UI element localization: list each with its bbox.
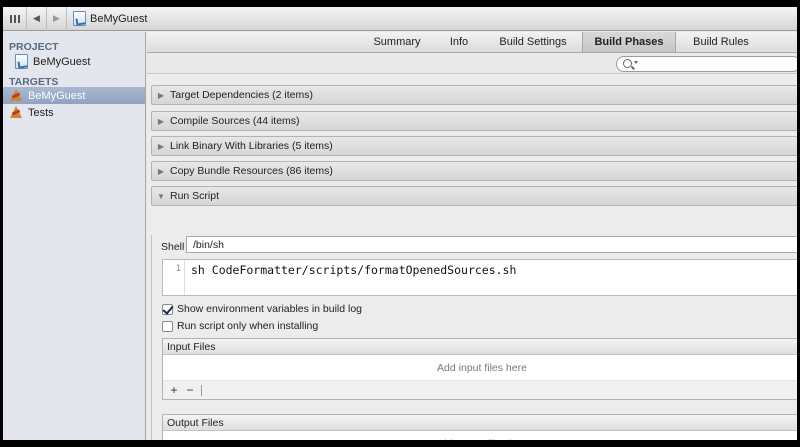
input-files-box: Input Files Add input files here + − bbox=[162, 338, 797, 400]
target-app-icon bbox=[9, 89, 23, 102]
phase-title: Link Binary With Libraries (5 items) bbox=[170, 140, 333, 152]
sidebar-item-target-tests[interactable]: Tests bbox=[3, 104, 145, 121]
project-icon bbox=[15, 54, 28, 69]
tab-summary[interactable]: Summary bbox=[362, 32, 432, 52]
phase-title: Run Script bbox=[170, 190, 220, 202]
chevron-down-icon bbox=[634, 61, 638, 64]
related-items-button[interactable] bbox=[3, 7, 27, 31]
script-text: sh CodeFormatter/scripts/formatOpenedSou… bbox=[191, 263, 517, 277]
forward-arrow-icon: ▶ bbox=[53, 13, 60, 23]
search-field[interactable] bbox=[616, 56, 797, 72]
line-number: 1 bbox=[163, 260, 185, 295]
shell-field[interactable]: /bin/sh bbox=[186, 236, 797, 253]
breadcrumb[interactable]: BeMyGuest bbox=[67, 11, 147, 26]
show-env-vars-label: Show environment variables in build log bbox=[177, 303, 363, 315]
sidebar-item-target-bemyguest[interactable]: BeMyGuest bbox=[3, 87, 145, 104]
phase-copy-bundle-resources[interactable]: ▶ Copy Bundle Resources (86 items) bbox=[151, 161, 797, 181]
disclosure-triangle-icon[interactable]: ▶ bbox=[152, 167, 170, 176]
run-only-installing-checkbox[interactable] bbox=[162, 320, 173, 332]
input-files-header: Input Files bbox=[163, 339, 797, 355]
sidebar-item-label: BeMyGuest bbox=[28, 89, 86, 102]
disclosure-triangle-icon[interactable]: ▶ bbox=[152, 91, 170, 100]
editor-tab-bar: Summary Info Build Settings Build Phases… bbox=[147, 32, 797, 53]
grid-icon bbox=[9, 14, 20, 23]
sidebar-item-project[interactable]: BeMyGuest bbox=[3, 53, 145, 70]
xcode-window: ◀ ▶ BeMyGuest PROJECT BeMyGuest TARGETS … bbox=[3, 7, 797, 440]
add-input-file-button[interactable]: + bbox=[167, 383, 181, 397]
input-files-empty[interactable]: Add input files here bbox=[163, 355, 797, 381]
sidebar-item-label: BeMyGuest bbox=[33, 55, 91, 68]
sidebar-item-label: Tests bbox=[28, 106, 54, 119]
phase-title: Copy Bundle Resources (86 items) bbox=[170, 165, 333, 177]
phase-link-binary[interactable]: ▶ Link Binary With Libraries (5 items) bbox=[151, 136, 797, 156]
forward-button[interactable]: ▶ bbox=[47, 7, 67, 31]
phase-target-dependencies[interactable]: ▶ Target Dependencies (2 items) bbox=[151, 85, 797, 105]
filter-bar bbox=[147, 53, 797, 74]
disclosure-triangle-icon[interactable]: ▶ bbox=[152, 142, 170, 151]
disclosure-triangle-icon[interactable]: ▶ bbox=[152, 117, 170, 126]
output-files-box: Output Files Add output files here bbox=[162, 414, 797, 440]
show-env-vars-checkbox[interactable] bbox=[162, 303, 173, 315]
phase-compile-sources[interactable]: ▶ Compile Sources (44 items) bbox=[151, 111, 797, 131]
run-script-body: Shell /bin/sh 1 sh CodeFormatter/scripts… bbox=[151, 235, 797, 440]
phase-title: Compile Sources (44 items) bbox=[170, 115, 300, 127]
remove-input-file-button[interactable]: − bbox=[183, 383, 197, 397]
target-tests-icon bbox=[9, 106, 23, 119]
output-files-header: Output Files bbox=[163, 415, 797, 431]
back-arrow-icon: ◀ bbox=[33, 13, 40, 23]
project-heading: PROJECT bbox=[9, 41, 59, 53]
tab-info[interactable]: Info bbox=[437, 32, 481, 52]
back-button[interactable]: ◀ bbox=[27, 7, 47, 31]
project-sidebar: PROJECT BeMyGuest TARGETS BeMyGuest Test… bbox=[3, 32, 146, 440]
search-icon bbox=[623, 59, 632, 68]
run-only-installing-row[interactable]: Run script only when installing bbox=[162, 320, 318, 332]
jump-bar: ◀ ▶ BeMyGuest bbox=[3, 7, 797, 31]
show-env-vars-row[interactable]: Show environment variables in build log bbox=[162, 303, 362, 315]
shell-label: Shell bbox=[161, 241, 185, 253]
project-icon bbox=[73, 11, 86, 26]
output-files-empty[interactable]: Add output files here bbox=[163, 431, 797, 441]
tab-build-phases[interactable]: Build Phases bbox=[582, 32, 676, 52]
tab-build-rules[interactable]: Build Rules bbox=[680, 32, 762, 52]
targets-heading: TARGETS bbox=[9, 76, 59, 88]
tab-build-settings[interactable]: Build Settings bbox=[488, 32, 578, 52]
footer-divider bbox=[201, 384, 202, 396]
input-files-footer: + − bbox=[163, 381, 797, 399]
breadcrumb-project: BeMyGuest bbox=[90, 12, 148, 25]
run-only-installing-label: Run script only when installing bbox=[177, 320, 319, 332]
phase-run-script[interactable]: ▼ Run Script bbox=[151, 186, 797, 206]
phase-title: Target Dependencies (2 items) bbox=[170, 89, 313, 101]
script-editor[interactable]: 1 sh CodeFormatter/scripts/formatOpenedS… bbox=[162, 259, 797, 296]
editor-area: Summary Info Build Settings Build Phases… bbox=[147, 32, 797, 440]
disclosure-triangle-expanded-icon[interactable]: ▼ bbox=[152, 192, 170, 201]
